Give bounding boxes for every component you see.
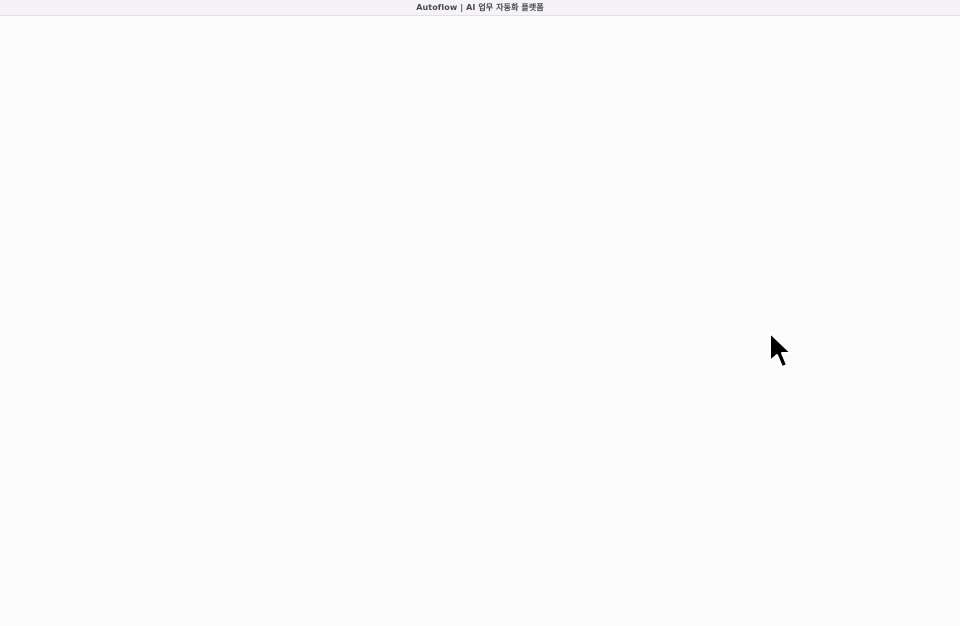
window-titlebar[interactable]: Autoflow | AI 업무 자동화 플랫폼 — [0, 0, 960, 16]
app-window: Autoflow | AI 업무 자동화 플랫폼 — [0, 0, 960, 626]
window-title: Autoflow | AI 업무 자동화 플랫폼 — [416, 2, 544, 12]
arrow-pointer-icon — [769, 332, 792, 368]
page-content — [0, 16, 960, 626]
